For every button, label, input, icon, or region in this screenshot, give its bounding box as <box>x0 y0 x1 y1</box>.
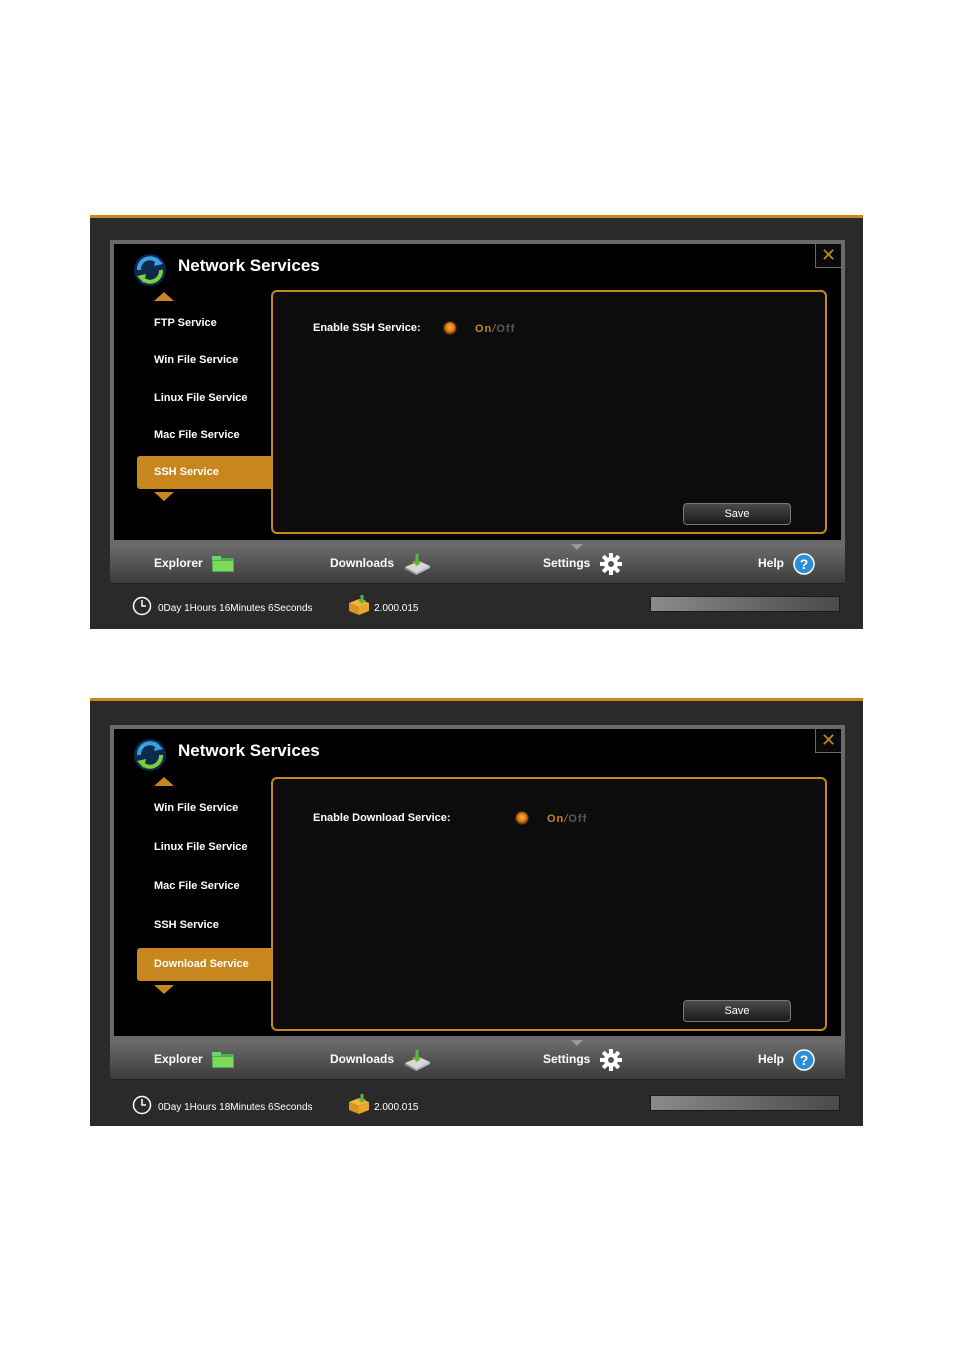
radio-icon[interactable] <box>444 322 456 334</box>
on-off-toggle[interactable]: On/Off <box>475 323 515 335</box>
bottom-navbar: Explorer Downloads Settings Help ? <box>110 1040 845 1080</box>
sidebar-item-win-file[interactable]: Win File Service <box>137 792 271 825</box>
toggle-on-label: On <box>475 323 493 335</box>
sidebar-item-download[interactable]: Download Service <box>137 948 271 981</box>
refresh-logo-icon <box>134 739 166 771</box>
sidebar-item-mac-file[interactable]: Mac File Service <box>137 870 271 903</box>
close-button[interactable]: ✕ <box>815 244 841 268</box>
scroll-up-arrow[interactable] <box>154 777 174 786</box>
package-icon <box>349 1094 369 1114</box>
clock-icon <box>132 1095 152 1115</box>
nav-explorer[interactable]: Explorer <box>154 1040 235 1079</box>
scroll-down-arrow[interactable] <box>154 492 174 501</box>
close-button[interactable]: ✕ <box>815 729 841 753</box>
progress-bar <box>650 1095 840 1111</box>
refresh-logo-icon <box>134 254 166 286</box>
nav-settings-label: Settings <box>543 1052 591 1066</box>
sidebar-item-mac-file[interactable]: Mac File Service <box>137 419 271 452</box>
sidebar-item-ssh[interactable]: SSH Service <box>137 909 271 942</box>
save-button[interactable]: Save <box>683 1000 791 1022</box>
toggle-off-label: Off <box>496 323 516 335</box>
nav-settings[interactable]: Settings <box>543 544 622 583</box>
gear-icon <box>599 1048 622 1071</box>
enable-ssh-label: Enable SSH Service: <box>313 322 421 334</box>
sidebar-item-win-file[interactable]: Win File Service <box>137 344 271 377</box>
help-icon: ? <box>793 1049 816 1071</box>
version-text: 2.000.015 <box>374 603 419 614</box>
toggle-off-label: Off <box>568 813 588 825</box>
sidebar-item-linux-file[interactable]: Linux File Service <box>137 831 271 864</box>
nav-downloads[interactable]: Downloads <box>330 544 431 583</box>
svg-text:?: ? <box>800 556 809 572</box>
uptime-text: 0Day 1Hours 18Minutes 6Seconds <box>158 1102 313 1113</box>
nav-downloads[interactable]: Downloads <box>330 1040 431 1079</box>
folder-icon <box>212 555 235 572</box>
on-off-toggle[interactable]: On/Off <box>547 813 587 825</box>
sidebar-item-ssh[interactable]: SSH Service <box>137 456 271 489</box>
scroll-up-arrow[interactable] <box>154 292 174 301</box>
screenshot-download-service: Network Services ✕ Win File Service Linu… <box>90 698 863 1126</box>
sidebar-item-ftp[interactable]: FTP Service <box>137 307 271 340</box>
radio-icon[interactable] <box>516 812 528 824</box>
screenshot-ssh-service: Network Services ✕ FTP Service Win File … <box>90 215 863 629</box>
folder-icon <box>212 1051 235 1068</box>
package-icon <box>349 595 369 615</box>
svg-text:?: ? <box>800 1052 809 1068</box>
uptime-text: 0Day 1Hours 16Minutes 6Seconds <box>158 603 313 614</box>
save-button[interactable]: Save <box>683 503 791 525</box>
version-text: 2.000.015 <box>374 1102 419 1113</box>
clock-icon <box>132 596 152 616</box>
download-drive-icon <box>405 553 431 575</box>
progress-bar <box>650 596 840 612</box>
scroll-down-arrow[interactable] <box>154 985 174 994</box>
toggle-on-label: On <box>547 813 565 825</box>
sidebar-item-linux-file[interactable]: Linux File Service <box>137 382 271 415</box>
nav-help[interactable]: Help ? <box>758 1040 816 1079</box>
nav-help-label: Help <box>758 1052 785 1066</box>
enable-download-label: Enable Download Service: <box>313 812 451 824</box>
bottom-navbar: Explorer Downloads Settings Help ? <box>110 544 845 584</box>
nav-help-label: Help <box>758 556 785 570</box>
network-services-dialog: Network Services ✕ FTP Service Win File … <box>110 240 845 544</box>
nav-explorer[interactable]: Explorer <box>154 544 235 583</box>
gear-icon <box>599 552 622 575</box>
nav-explorer-label: Explorer <box>154 1052 203 1066</box>
nav-explorer-label: Explorer <box>154 556 203 570</box>
nav-downloads-label: Downloads <box>330 1052 395 1066</box>
dialog-title: Network Services <box>178 256 320 275</box>
close-icon: ✕ <box>820 730 837 750</box>
nav-settings[interactable]: Settings <box>543 1040 622 1079</box>
close-icon: ✕ <box>820 245 837 265</box>
dialog-title: Network Services <box>178 741 320 760</box>
nav-downloads-label: Downloads <box>330 556 395 570</box>
help-icon: ? <box>793 553 816 575</box>
service-settings-panel: Enable SSH Service: On/Off Save <box>271 290 827 534</box>
nav-settings-label: Settings <box>543 556 591 570</box>
download-drive-icon <box>405 1049 431 1071</box>
service-settings-panel: Enable Download Service: On/Off Save <box>271 777 827 1031</box>
nav-help[interactable]: Help ? <box>758 544 816 583</box>
network-services-dialog: Network Services ✕ Win File Service Linu… <box>110 725 845 1040</box>
